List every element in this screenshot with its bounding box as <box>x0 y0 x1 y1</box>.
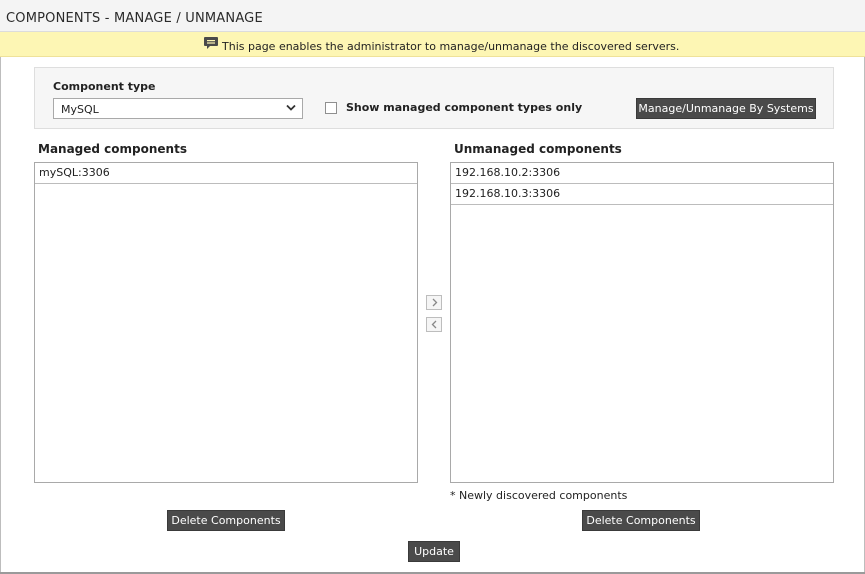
delete-managed-components-button[interactable]: Delete Components <box>167 510 285 531</box>
component-type-value: MySQL <box>61 103 99 116</box>
component-type-label: Component type <box>53 80 156 93</box>
newly-discovered-note: * Newly discovered components <box>450 489 628 502</box>
update-button[interactable]: Update <box>408 541 460 562</box>
show-managed-checkbox[interactable] <box>325 102 337 114</box>
page-header: COMPONENTS - MANAGE / UNMANAGE <box>0 0 865 32</box>
manage-by-systems-button[interactable]: Manage/Unmanage By Systems <box>636 98 816 119</box>
list-item[interactable]: 192.168.10.2:3306 <box>451 163 833 184</box>
component-type-select[interactable]: MySQL <box>53 98 303 119</box>
managed-components-title: Managed components <box>38 142 187 156</box>
chevron-left-icon <box>431 320 437 329</box>
speech-bubble-icon <box>204 37 218 49</box>
move-to-unmanaged-button[interactable] <box>426 295 442 310</box>
page-title: COMPONENTS - MANAGE / UNMANAGE <box>6 11 263 26</box>
unmanaged-components-list[interactable]: 192.168.10.2:3306 192.168.10.3:3306 <box>450 162 834 483</box>
managed-components-list[interactable]: mySQL:3306 <box>34 162 418 483</box>
delete-unmanaged-components-button[interactable]: Delete Components <box>582 510 700 531</box>
unmanaged-components-title: Unmanaged components <box>454 142 622 156</box>
list-item[interactable]: 192.168.10.3:3306 <box>451 184 833 205</box>
list-item[interactable]: mySQL:3306 <box>35 163 417 184</box>
filter-panel: Component type MySQL Show managed compon… <box>34 67 834 129</box>
chevron-right-icon <box>432 298 438 307</box>
chevron-down-icon <box>286 104 296 111</box>
info-message: This page enables the administrator to m… <box>222 40 680 53</box>
info-bar: This page enables the administrator to m… <box>0 32 865 57</box>
move-to-managed-button[interactable] <box>426 317 442 332</box>
show-managed-label[interactable]: Show managed component types only <box>346 101 582 114</box>
